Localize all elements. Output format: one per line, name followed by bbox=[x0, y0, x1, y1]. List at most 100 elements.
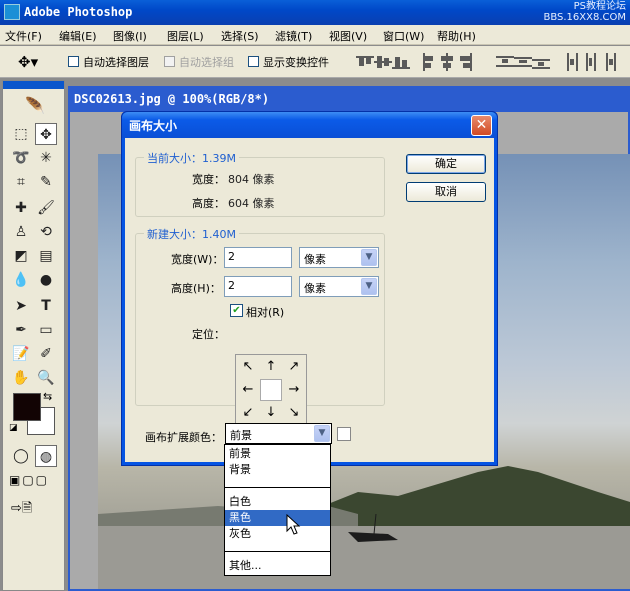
extension-color-swatch[interactable] bbox=[337, 427, 351, 441]
eraser-tool-icon[interactable]: ◩ bbox=[10, 245, 32, 267]
distribute-right-edges-icon[interactable] bbox=[600, 53, 618, 71]
menu-help[interactable]: 帮助(H) bbox=[437, 28, 476, 44]
options-bar: ✥▾ 自动选择图层 自动选择组 显示变换控件 bbox=[0, 46, 630, 78]
align-top-edges-icon[interactable] bbox=[356, 53, 374, 71]
anchor-bottom-arrow-icon[interactable]: ↓ bbox=[260, 402, 282, 424]
gradient-tool-icon[interactable]: ▤ bbox=[35, 245, 57, 267]
default-colors-icon[interactable]: ◪ bbox=[9, 423, 18, 433]
menu-image[interactable]: 图像(I) bbox=[113, 28, 147, 44]
blur-tool-icon[interactable]: 💧 bbox=[10, 269, 32, 291]
current-width-label: 宽度： bbox=[192, 173, 225, 186]
watermark-line-2: BBS.16XX8.COM bbox=[543, 12, 626, 23]
menu-window[interactable]: 窗口(W) bbox=[383, 28, 424, 44]
chevron-down-icon[interactable]: ▼ bbox=[314, 425, 330, 442]
align-bottom-edges-icon[interactable] bbox=[392, 53, 410, 71]
history-brush-tool-icon[interactable]: ⟲ bbox=[35, 221, 57, 243]
screen-mode-icons[interactable]: ▣▢▢ bbox=[9, 473, 63, 491]
width-unit-select[interactable]: 像素 ▼ bbox=[299, 247, 379, 268]
extension-color-value: 前景 bbox=[230, 429, 252, 442]
move-tool-icon[interactable]: ✥ bbox=[35, 123, 57, 145]
current-size-group: 当前大小：1.39M 宽度： 804 像素 高度： 604 像素 bbox=[135, 150, 385, 217]
auto-select-layer-checkbox[interactable] bbox=[68, 56, 79, 67]
mouse-cursor-icon bbox=[286, 514, 301, 535]
hand-tool-icon[interactable]: ✋ bbox=[10, 367, 32, 389]
zoom-tool-icon[interactable]: 🔍 bbox=[35, 367, 57, 389]
lasso-tool-icon[interactable]: ➰ bbox=[10, 147, 32, 169]
anchor-grid: ↖ ↑ ↗ ← → ↙ ↓ ↘ bbox=[235, 354, 307, 426]
crop-tool-icon[interactable]: ⌗ bbox=[10, 171, 32, 193]
feather-icon: 🪶 bbox=[25, 96, 45, 115]
height-input[interactable]: 2 bbox=[224, 276, 292, 297]
height-label: 高度(H)： bbox=[171, 282, 221, 295]
list-item-gray[interactable]: 灰色 bbox=[225, 526, 330, 542]
relative-checkbox[interactable]: ✔ bbox=[230, 304, 243, 317]
swap-colors-icon[interactable]: ⇆ bbox=[43, 390, 52, 403]
show-transform-controls-label: 显示变换控件 bbox=[263, 56, 329, 69]
dialog-titlebar[interactable]: 画布大小 ✕ bbox=[122, 112, 497, 138]
anchor-right-arrow-icon[interactable]: → bbox=[283, 379, 305, 401]
align-vertical-centers-icon[interactable] bbox=[374, 53, 392, 71]
chevron-down-icon[interactable]: ▼ bbox=[361, 249, 377, 266]
cancel-button[interactable]: 取消 bbox=[406, 182, 486, 202]
distribute-top-edges-icon[interactable] bbox=[496, 53, 514, 71]
pen-tool-icon[interactable]: ✒ bbox=[10, 319, 32, 341]
foreground-color-swatch[interactable] bbox=[13, 393, 41, 421]
align-right-edges-icon[interactable] bbox=[456, 53, 474, 71]
clone-stamp-tool-icon[interactable]: ♙ bbox=[10, 221, 32, 243]
eyedropper-tool-icon[interactable]: ✐ bbox=[35, 343, 57, 365]
healing-brush-tool-icon[interactable]: ✚ bbox=[10, 197, 32, 219]
width-input[interactable]: 2 bbox=[224, 247, 292, 268]
chevron-down-icon[interactable]: ▼ bbox=[361, 278, 377, 295]
anchor-bottom-right-arrow-icon[interactable]: ↘ bbox=[283, 402, 305, 424]
distribute-bottom-edges-icon[interactable] bbox=[532, 53, 550, 71]
menu-layer[interactable]: 图层(L) bbox=[167, 28, 204, 44]
path-selection-tool-icon[interactable]: ➤ bbox=[10, 295, 32, 317]
anchor-top-right-arrow-icon[interactable]: ↗ bbox=[283, 356, 305, 378]
anchor-bottom-left-arrow-icon[interactable]: ↙ bbox=[237, 402, 259, 424]
magic-wand-tool-icon[interactable]: ✳ bbox=[35, 147, 57, 169]
menu-edit[interactable]: 编辑(E) bbox=[59, 28, 97, 44]
menu-bar: 文件(F) 编辑(E) 图像(I) 图层(L) 选择(S) 滤镜(T) 视图(V… bbox=[0, 25, 630, 45]
height-unit-select[interactable]: 像素 ▼ bbox=[299, 276, 379, 297]
list-item-foreground[interactable]: 前景 bbox=[225, 446, 330, 462]
anchor-top-left-arrow-icon[interactable]: ↖ bbox=[237, 356, 259, 378]
anchor-left-arrow-icon[interactable]: ← bbox=[237, 379, 259, 401]
standard-mode-icon[interactable]: ◯ bbox=[10, 445, 32, 467]
canvas-size-dialog: 画布大小 ✕ 当前大小：1.39M 宽度： 804 像素 高度： 604 像素 … bbox=[121, 111, 498, 466]
brush-tool-icon[interactable]: 🖌 bbox=[35, 197, 57, 219]
marquee-tool-icon[interactable]: ⬚ bbox=[10, 123, 32, 145]
menu-select[interactable]: 选择(S) bbox=[221, 28, 259, 44]
anchor-top-arrow-icon[interactable]: ↑ bbox=[260, 356, 282, 378]
list-item-background[interactable]: 背景 bbox=[225, 462, 330, 478]
menu-file[interactable]: 文件(F) bbox=[5, 28, 42, 44]
type-tool-icon[interactable]: T bbox=[35, 295, 57, 317]
notes-tool-icon[interactable]: 📝 bbox=[10, 343, 32, 365]
show-transform-controls-checkbox[interactable] bbox=[248, 56, 259, 67]
jump-to-imageready-icon[interactable]: ⇨🗎 bbox=[11, 499, 61, 519]
menu-view[interactable]: 视图(V) bbox=[329, 28, 367, 44]
slice-tool-icon[interactable]: ✎ bbox=[35, 171, 57, 193]
anchor-center-cell[interactable] bbox=[260, 379, 282, 401]
list-item-black[interactable]: 黑色 bbox=[225, 510, 330, 526]
quick-mask-mode-icon[interactable]: ◍ bbox=[35, 445, 57, 467]
ok-button[interactable]: 确定 bbox=[406, 154, 486, 174]
auto-select-layer-label: 自动选择图层 bbox=[83, 56, 149, 69]
close-icon[interactable]: ✕ bbox=[471, 115, 492, 136]
rectangle-tool-icon[interactable]: ▭ bbox=[35, 319, 57, 341]
move-tool-preset-icon[interactable]: ✥▾ bbox=[18, 52, 44, 72]
distribute-horizontal-centers-icon[interactable] bbox=[582, 53, 600, 71]
relative-label: 相对(R) bbox=[246, 306, 285, 319]
list-item-white[interactable]: 白色 bbox=[225, 494, 330, 510]
width-label: 宽度(W)： bbox=[171, 253, 224, 266]
menu-filter[interactable]: 滤镜(T) bbox=[275, 28, 312, 44]
auto-select-group-label: 自动选择组 bbox=[179, 56, 234, 69]
distribute-vertical-centers-icon[interactable] bbox=[514, 53, 532, 71]
dodge-tool-icon[interactable]: ● bbox=[35, 269, 57, 291]
align-horizontal-centers-icon[interactable] bbox=[438, 53, 456, 71]
document-title: DSC02613.jpg @ 100%(RGB/8*) bbox=[74, 92, 270, 106]
extension-color-select[interactable]: 前景 ▼ bbox=[225, 423, 332, 444]
list-item-other[interactable]: 其他... bbox=[225, 558, 330, 574]
toolbox-header[interactable] bbox=[3, 81, 64, 89]
distribute-left-edges-icon[interactable] bbox=[564, 53, 582, 71]
align-left-edges-icon[interactable] bbox=[420, 53, 438, 71]
